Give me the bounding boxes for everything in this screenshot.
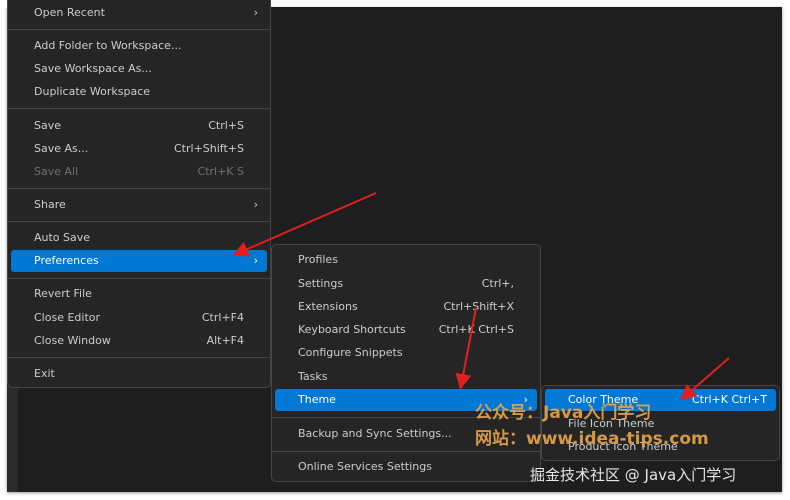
- shortcut: Ctrl+Shift+X: [443, 300, 514, 313]
- label: Theme: [298, 393, 336, 406]
- label: Exit: [34, 367, 55, 380]
- label: Tasks: [298, 370, 328, 383]
- watermark-line1: 公众号：Java入门学习: [475, 403, 652, 423]
- label: Online Services Settings: [298, 460, 432, 473]
- separator: [8, 108, 270, 109]
- separator: [8, 221, 270, 222]
- menu-item-open-recent[interactable]: Open Recent ›: [11, 2, 267, 24]
- separator: [8, 188, 270, 189]
- label: Settings: [298, 277, 344, 290]
- menu-item-profiles[interactable]: Profiles: [275, 249, 537, 271]
- label: Share: [34, 198, 66, 211]
- label: Backup and Sync Settings...: [298, 427, 452, 440]
- watermark-credit: 掘金技术社区 @ Java入门学习: [530, 466, 737, 484]
- shortcut: Ctrl+S: [208, 119, 244, 132]
- menu-item-duplicate-workspace[interactable]: Duplicate Workspace: [11, 81, 267, 103]
- menu-item-keyboard-shortcuts[interactable]: Keyboard Shortcuts Ctrl+K Ctrl+S: [275, 319, 537, 341]
- menu-item-share[interactable]: Share ›: [11, 194, 267, 216]
- menu-item-save[interactable]: Save Ctrl+S: [11, 115, 267, 137]
- menu-item-save-all[interactable]: Save All Ctrl+K S: [11, 161, 267, 183]
- label: Open Recent: [34, 6, 105, 19]
- label: Configure Snippets: [298, 346, 403, 359]
- menu-item-exit[interactable]: Exit: [11, 363, 267, 385]
- menu-item-preferences[interactable]: Preferences ›: [11, 250, 267, 272]
- menu-item-configure-snippets[interactable]: Configure Snippets: [275, 342, 537, 364]
- label: Save: [34, 119, 62, 132]
- menu-item-close-editor[interactable]: Close Editor Ctrl+F4: [11, 307, 267, 329]
- menu-item-add-folder[interactable]: Add Folder to Workspace...: [11, 35, 267, 57]
- shortcut: Ctrl+K Ctrl+T: [691, 393, 767, 406]
- menu-item-extensions[interactable]: Extensions Ctrl+Shift+X: [275, 296, 537, 318]
- shortcut: Alt+F4: [206, 334, 244, 347]
- label: Extensions: [298, 300, 358, 313]
- label: Save As...: [34, 142, 89, 155]
- chevron-right-icon: ›: [253, 6, 258, 19]
- shortcut: Ctrl+K Ctrl+S: [438, 323, 514, 336]
- separator: [8, 357, 270, 358]
- shortcut: Ctrl+,: [481, 277, 514, 290]
- label: Revert File: [34, 287, 92, 300]
- menu-item-settings[interactable]: Settings Ctrl+,: [275, 273, 537, 295]
- label: Add Folder to Workspace...: [34, 39, 182, 52]
- shortcut: Ctrl+K S: [197, 165, 244, 178]
- label: Preferences: [34, 254, 99, 267]
- label: Save Workspace As...: [34, 62, 152, 75]
- menu-item-save-workspace-as[interactable]: Save Workspace As...: [11, 58, 267, 80]
- label: Profiles: [298, 253, 338, 266]
- menu-item-save-as[interactable]: Save As... Ctrl+Shift+S: [11, 138, 267, 160]
- file-menu: Open Recent › Add Folder to Workspace... …: [7, 0, 271, 388]
- label: Close Editor: [34, 311, 101, 324]
- shortcut: Ctrl+Shift+S: [174, 142, 244, 155]
- watermark-line2: 网站：www.idea-tips.com: [475, 429, 709, 449]
- label: Keyboard Shortcuts: [298, 323, 406, 336]
- menu-item-close-window[interactable]: Close Window Alt+F4: [11, 330, 267, 352]
- chevron-right-icon: ›: [253, 254, 258, 267]
- menu-item-tasks[interactable]: Tasks: [275, 366, 537, 388]
- menu-item-online-services[interactable]: Online Services Settings: [275, 456, 537, 478]
- shortcut: Ctrl+F4: [201, 311, 244, 324]
- separator: [272, 451, 540, 452]
- label: Auto Save: [34, 231, 91, 244]
- theme-submenu: Color Theme Ctrl+K Ctrl+T File Icon Theme…: [541, 385, 780, 461]
- menu-item-auto-save[interactable]: Auto Save: [11, 227, 267, 249]
- separator: [8, 278, 270, 279]
- separator: [8, 29, 270, 30]
- label: Save All: [34, 165, 79, 178]
- label: Close Window: [34, 334, 111, 347]
- chevron-right-icon: ›: [253, 198, 258, 211]
- menu-item-revert-file[interactable]: Revert File: [11, 283, 267, 305]
- label: Duplicate Workspace: [34, 85, 151, 98]
